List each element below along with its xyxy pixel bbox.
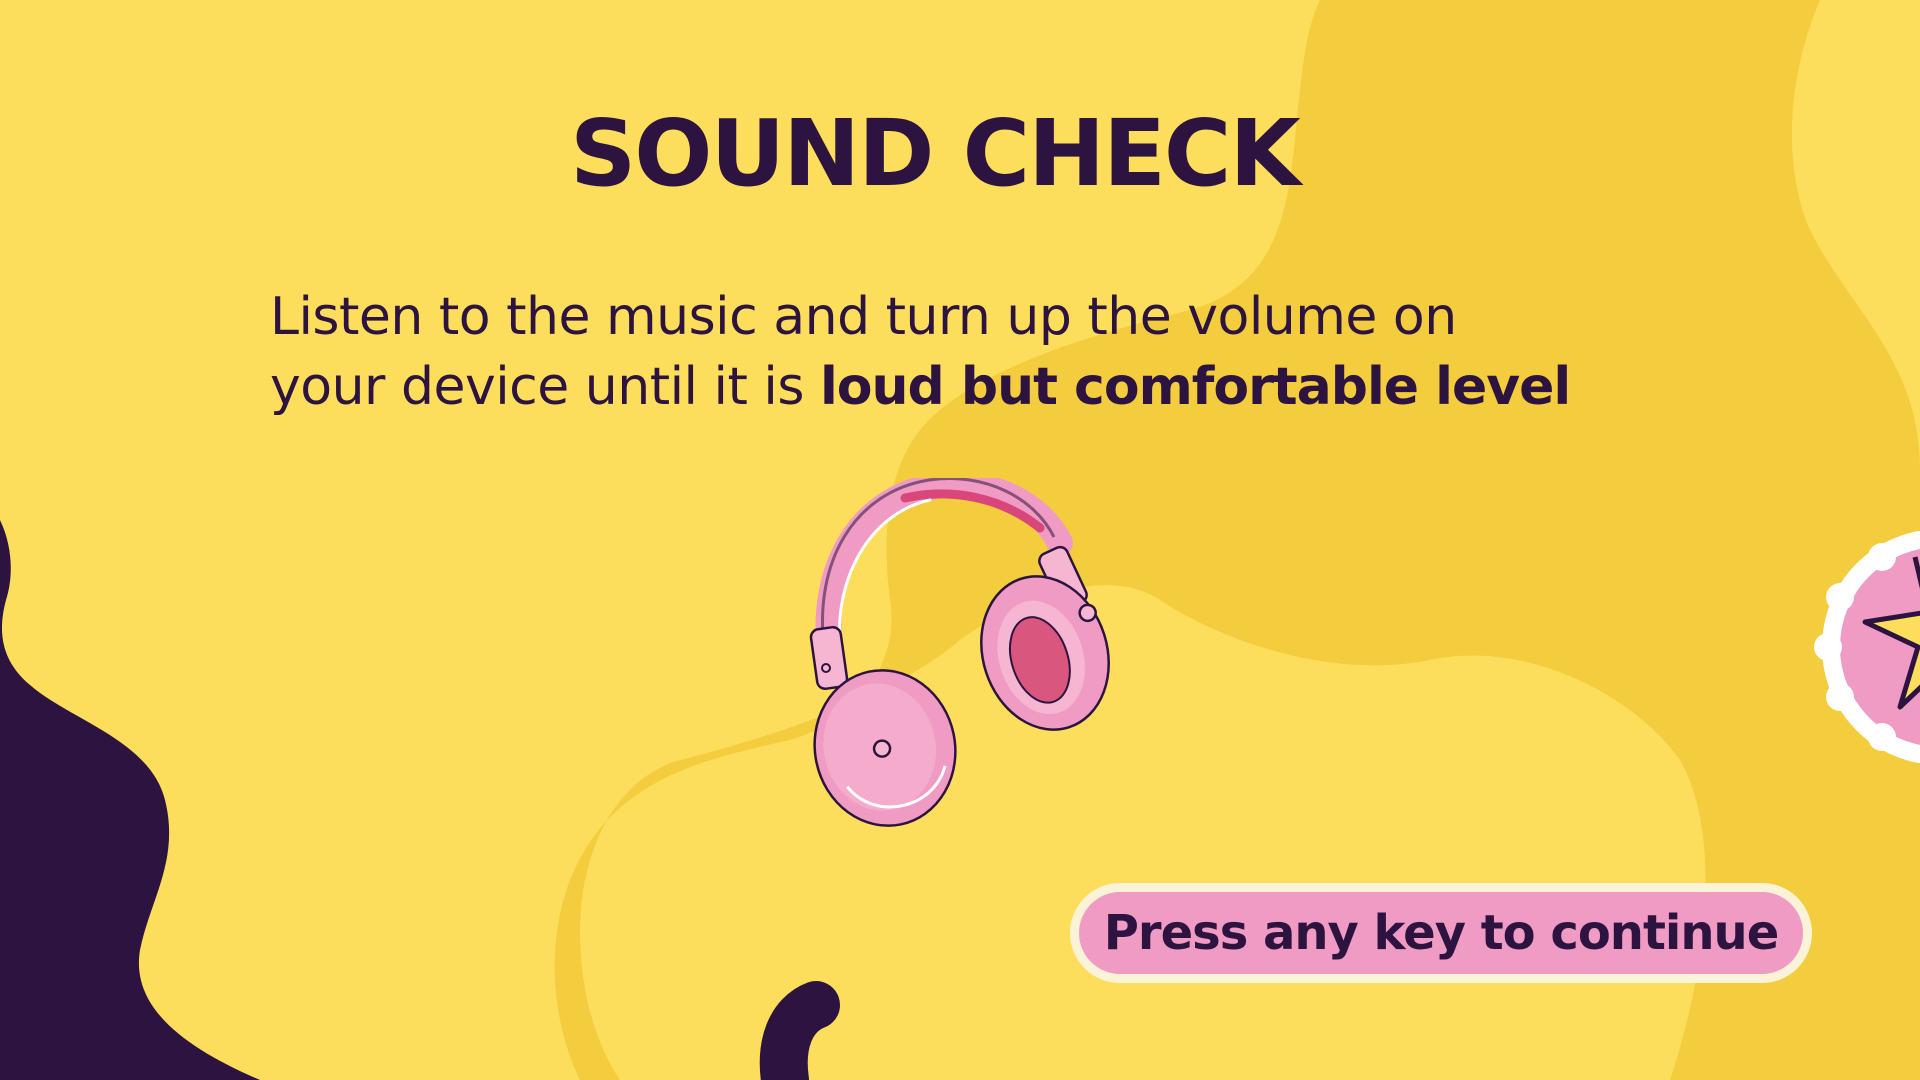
page-title: SOUND CHECK — [570, 100, 1301, 207]
instructions-emphasis: loud but comfortable level — [819, 357, 1571, 417]
sound-check-screen: SOUND CHECK Listen to the music and turn… — [0, 0, 1920, 1080]
star-badge-icon — [1814, 530, 1920, 764]
headphones-icon — [809, 478, 1110, 827]
continue-button[interactable]: Press any key to continue — [1070, 883, 1812, 983]
instructions-line-1: Listen to the music and turn up the volu… — [270, 287, 1457, 347]
instructions-line-2: your device until it is loud but comfort… — [270, 352, 1690, 422]
instructions-line-2-text: your device until it is — [270, 357, 820, 417]
instructions-text: Listen to the music and turn up the volu… — [270, 282, 1690, 422]
